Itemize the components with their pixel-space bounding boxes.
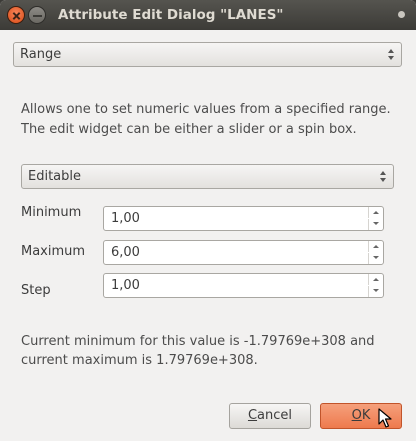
minimum-spinbox[interactable]: 1,00 xyxy=(103,206,384,231)
widget-type-select[interactable]: Range xyxy=(13,42,402,67)
ok-mnemonic: O xyxy=(351,408,362,423)
maximum-value[interactable]: 6,00 xyxy=(111,245,140,260)
window-title: Attribute Edit Dialog "LANES" xyxy=(58,7,284,23)
increment-icon[interactable] xyxy=(368,207,383,218)
select-arrows-icon xyxy=(387,49,395,61)
titlebar[interactable]: Attribute Edit Dialog "LANES" xyxy=(0,0,416,30)
minimize-icon[interactable] xyxy=(28,6,46,24)
select-arrows-icon xyxy=(379,171,387,183)
increment-icon[interactable] xyxy=(368,274,383,285)
increment-icon[interactable] xyxy=(368,241,383,252)
widget-type-value: Range xyxy=(20,47,62,62)
maximum-spinbox[interactable]: 6,00 xyxy=(103,240,384,265)
range-info-text: Current minimum for this value is -1.797… xyxy=(21,334,375,368)
editable-value: Editable xyxy=(28,169,82,184)
cancel-button[interactable]: Cancel xyxy=(229,403,311,429)
widget-description: Allows one to set numeric values from a … xyxy=(21,102,391,137)
maximum-label: Maximum xyxy=(21,244,86,259)
cancel-label: ancel xyxy=(257,408,293,423)
mouse-pointer-icon xyxy=(378,408,392,428)
cancel-mnemonic: C xyxy=(247,408,258,423)
step-label: Step xyxy=(21,283,51,298)
ok-label: K xyxy=(361,408,371,423)
decrement-icon[interactable] xyxy=(368,286,383,297)
close-icon[interactable] xyxy=(7,6,25,24)
decrement-icon[interactable] xyxy=(368,253,383,264)
decrement-icon[interactable] xyxy=(368,219,383,230)
window-menu-icon[interactable] xyxy=(398,11,405,18)
minimum-label: Minimum xyxy=(21,205,82,220)
step-spinbox[interactable]: 1,00 xyxy=(103,273,384,298)
dialog-window: Attribute Edit Dialog "LANES" Range Allo… xyxy=(0,0,416,441)
dialog-content: Range Allows one to set numeric values f… xyxy=(0,30,416,441)
editable-select[interactable]: Editable xyxy=(21,164,394,189)
minimum-value[interactable]: 1,00 xyxy=(111,211,140,226)
step-value[interactable]: 1,00 xyxy=(111,278,140,293)
